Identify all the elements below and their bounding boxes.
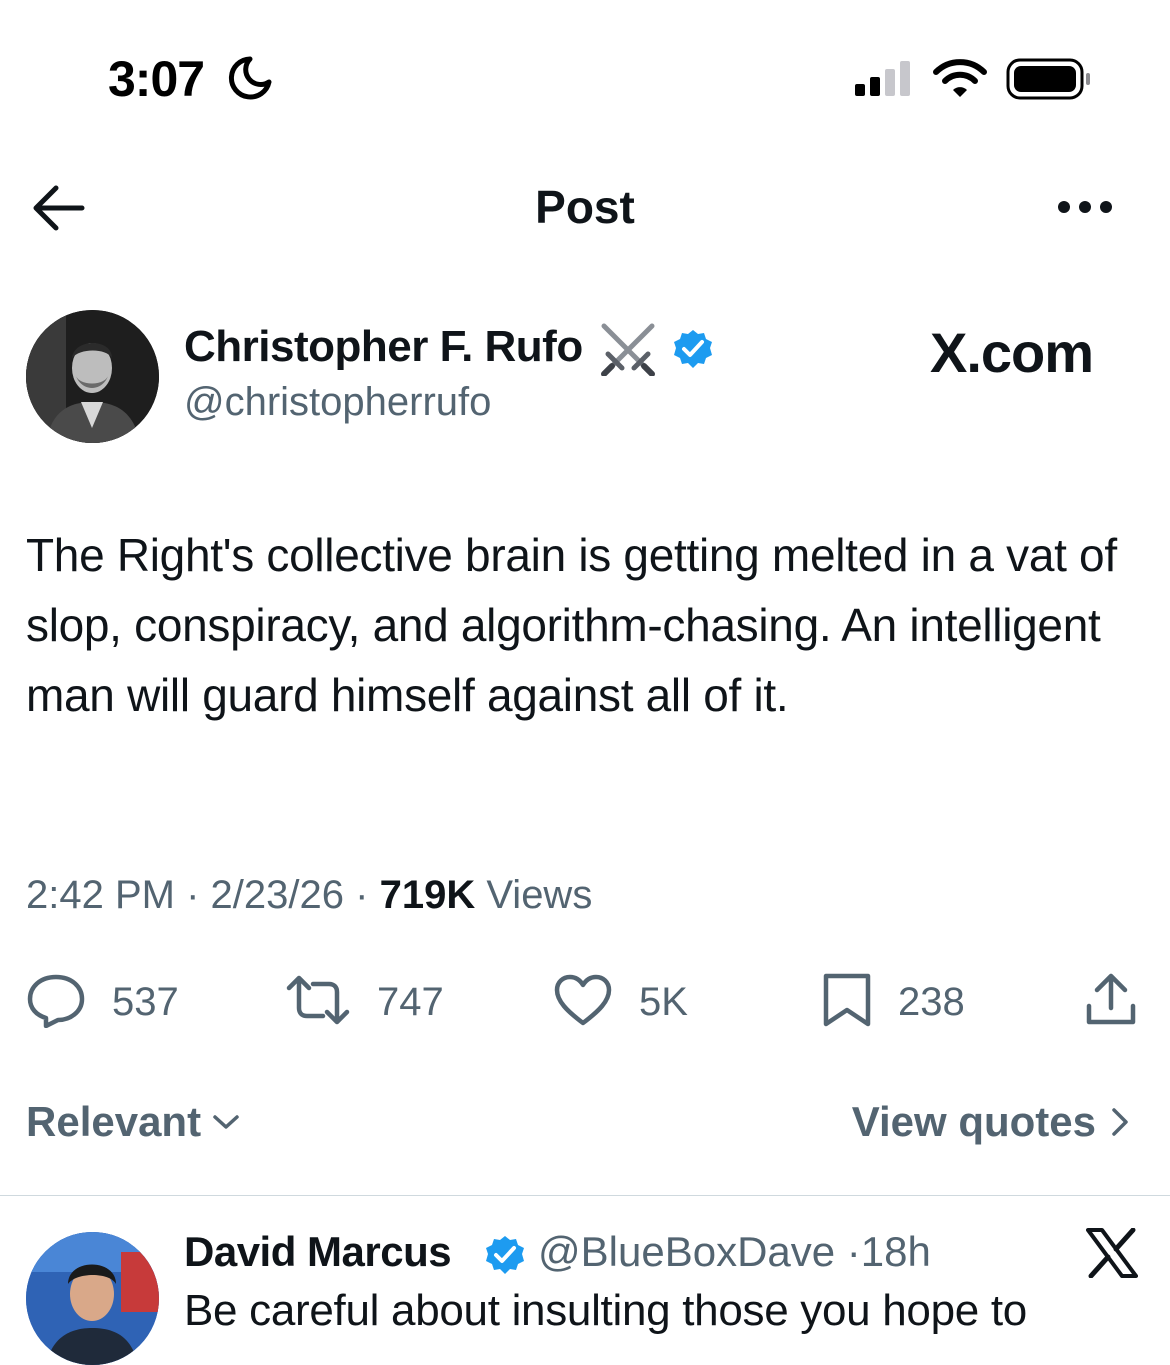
reply-button[interactable]: 537 bbox=[26, 972, 179, 1032]
chevron-right-icon bbox=[1110, 1106, 1130, 1138]
post-meta: 2:42 PM · 2/23/26 · 719K Views bbox=[26, 873, 592, 918]
signal-icon bbox=[855, 60, 913, 103]
post-time: 2:42 PM bbox=[26, 873, 175, 917]
reply-age: 18h bbox=[860, 1228, 931, 1275]
views-count: 719K bbox=[379, 873, 476, 917]
sort-relevant-dropdown[interactable]: Relevant bbox=[26, 1098, 241, 1146]
page-title: Post bbox=[535, 181, 635, 233]
divider bbox=[0, 1195, 1170, 1196]
views-label: Views bbox=[486, 873, 593, 917]
reply-avatar[interactable] bbox=[26, 1232, 159, 1365]
bookmark-button[interactable]: 238 bbox=[822, 972, 965, 1032]
repost-icon bbox=[285, 974, 351, 1031]
bookmark-icon bbox=[822, 972, 872, 1033]
meta-separator: · bbox=[355, 873, 369, 917]
chevron-down-icon bbox=[211, 1112, 241, 1132]
view-quotes-label: View quotes bbox=[851, 1098, 1096, 1145]
meta-separator: · bbox=[186, 873, 200, 917]
sort-label: Relevant bbox=[26, 1098, 202, 1145]
more-icon[interactable] bbox=[1055, 194, 1115, 225]
share-icon bbox=[1085, 972, 1137, 1033]
repost-count: 747 bbox=[377, 979, 444, 1024]
reply-author-name[interactable]: David Marcus bbox=[184, 1228, 452, 1276]
reply-icon bbox=[26, 972, 86, 1033]
reply-handle[interactable]: @BlueBoxDave bbox=[538, 1228, 835, 1275]
verified-badge-icon bbox=[672, 328, 714, 375]
wifi-icon bbox=[933, 58, 987, 103]
battery-icon bbox=[1006, 58, 1092, 107]
share-button[interactable] bbox=[1085, 972, 1137, 1032]
reply-meta: @BlueBoxDave ·18h bbox=[538, 1228, 931, 1276]
repost-button[interactable]: 747 bbox=[285, 972, 444, 1032]
status-time: 3:07 bbox=[108, 51, 205, 107]
x-com-watermark: X.com bbox=[930, 321, 1094, 384]
crossed-swords-icon bbox=[598, 320, 658, 381]
reply-count: 537 bbox=[112, 979, 179, 1024]
bookmark-count: 238 bbox=[898, 979, 965, 1024]
post-text: The Right's collective brain is getting … bbox=[26, 529, 1117, 721]
like-count: 5K bbox=[639, 979, 688, 1024]
meta-separator: · bbox=[846, 1228, 861, 1275]
verified-badge-icon bbox=[484, 1234, 526, 1281]
like-button[interactable]: 5K bbox=[553, 972, 688, 1032]
view-quotes-link[interactable]: View quotes bbox=[852, 1098, 1130, 1146]
x-logo-icon bbox=[1086, 1227, 1138, 1283]
post-date: 2/23/26 bbox=[210, 873, 345, 917]
like-icon bbox=[553, 973, 613, 1032]
author-avatar[interactable] bbox=[26, 310, 159, 443]
author-handle[interactable]: @christopherrufo bbox=[184, 380, 491, 425]
author-name[interactable]: Christopher F. Rufo bbox=[184, 322, 583, 372]
moon-icon bbox=[228, 56, 272, 105]
reply-text: Be careful about insulting those you hop… bbox=[184, 1286, 1027, 1335]
